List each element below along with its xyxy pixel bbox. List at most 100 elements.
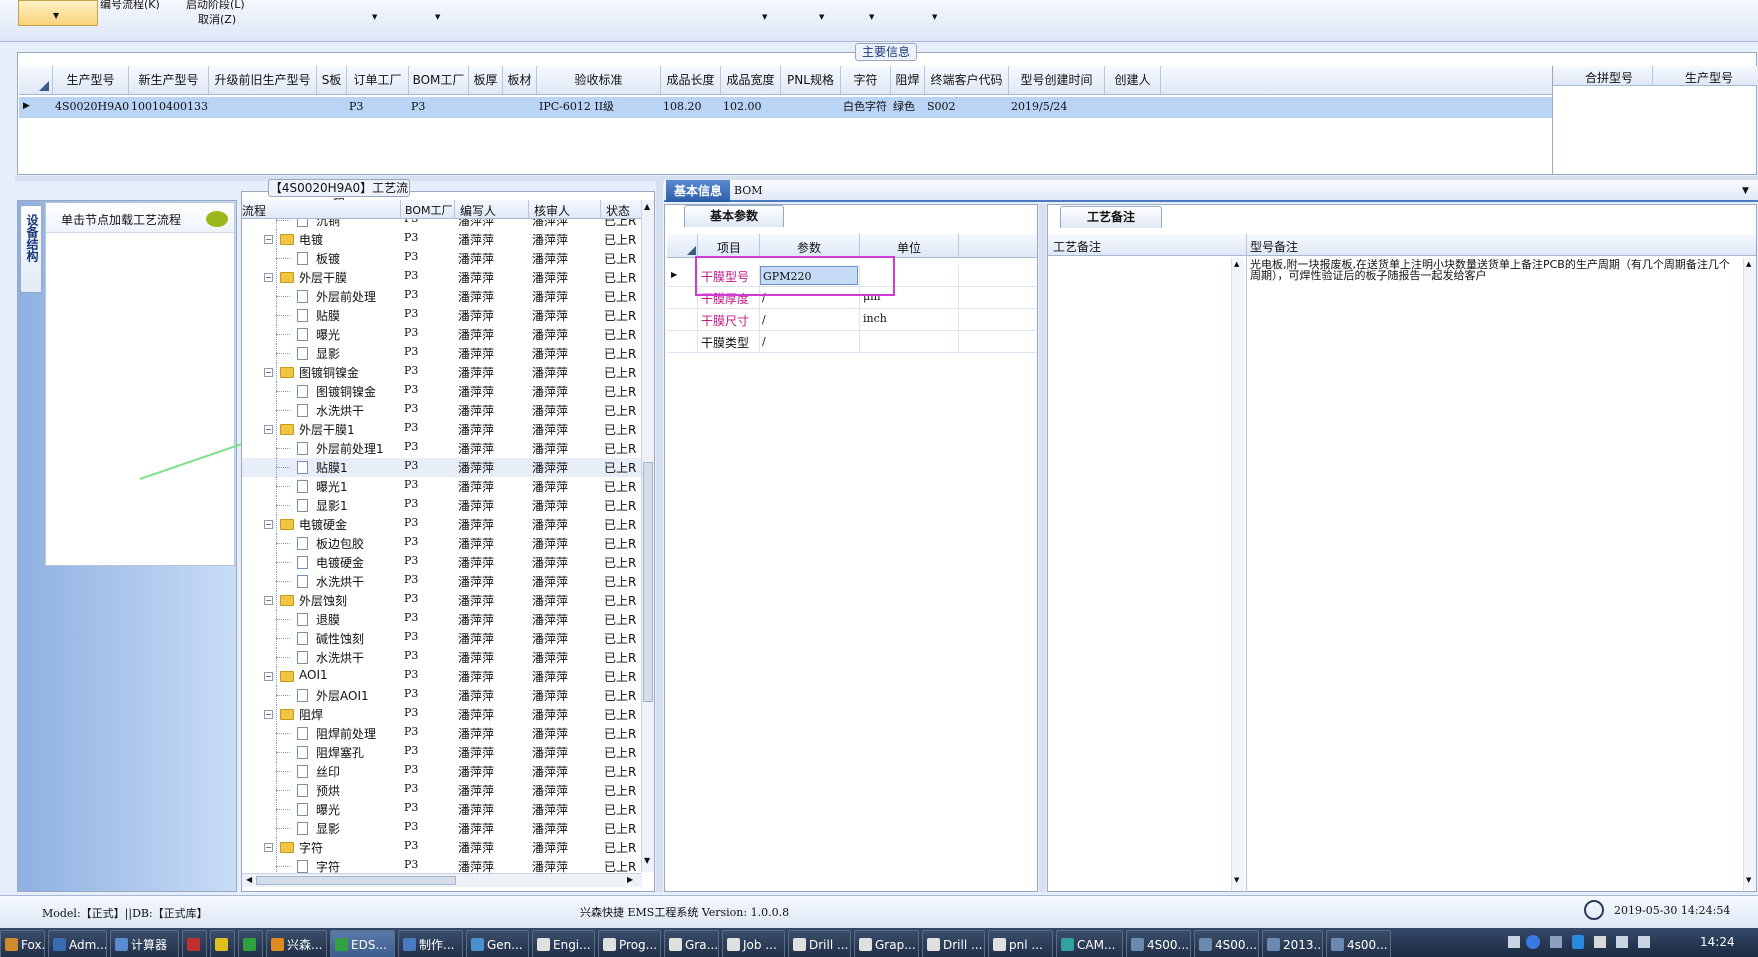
column-header[interactable]: 字符 [841,66,891,94]
param-value[interactable]: / [760,310,858,329]
shield-icon[interactable] [1572,935,1584,949]
tree-leaf-node[interactable]: 字符 P3 潘萍萍 潘萍萍 已上R [242,857,642,873]
tree-leaf-node[interactable]: 曝光 P3 潘萍萍 潘萍萍 已上R [242,800,642,819]
table-cell[interactable]: 绿色 [893,97,925,117]
tree-leaf-node[interactable]: 丝印 P3 潘萍萍 潘萍萍 已上R [242,762,642,781]
network-icon[interactable] [1616,936,1628,948]
scroll-down-icon[interactable]: ▼ [1746,876,1751,884]
scroll-up-icon[interactable]: ▲ [644,202,650,211]
scroll-down-icon[interactable]: ▼ [1234,876,1239,884]
table-row[interactable]: 干膜尺寸 / inch [667,309,1037,331]
tree-leaf-node[interactable]: 图镀铜镍金 P3 潘萍萍 潘萍萍 已上R [242,382,642,401]
column-header[interactable]: 成品宽度 [721,66,781,94]
tree-leaf-node[interactable]: 外层前处理1 P3 潘萍萍 潘萍萍 已上R [242,439,642,458]
notes-scrollbar[interactable]: ▲ ▼ [1743,258,1756,890]
column-header[interactable]: 项目 [717,239,741,256]
tree-leaf-node[interactable]: 退膜 P3 潘萍萍 潘萍萍 已上R [242,610,642,629]
taskbar-item[interactable]: 计算器 [110,930,179,957]
taskbar-item[interactable]: Drill ... [922,930,985,957]
tree-folder-node[interactable]: − 电镀硬金 P3 潘萍萍 潘萍萍 已上R [242,515,642,534]
column-header[interactable]: 订单工厂 [347,66,409,94]
tab-bom[interactable]: BOM [734,180,774,202]
table-cell[interactable]: 102.00 [723,97,781,117]
column-header[interactable]: 核审人 [534,202,570,219]
tree-leaf-node[interactable]: 沉铜 P3 潘萍萍 潘萍萍 已上R [242,219,642,230]
table-cell[interactable]: S002 [927,97,1009,117]
tree-leaf-node[interactable]: 贴膜 P3 潘萍萍 潘萍萍 已上R [242,306,642,325]
collapse-icon[interactable]: − [264,368,273,377]
chevron-down-icon[interactable]: ▼ [869,13,874,21]
panel-splitter[interactable] [656,180,663,892]
taskbar-item[interactable]: Engi... [532,930,595,957]
taskbar-item[interactable]: Prog... [598,930,661,957]
tree-folder-node[interactable]: − AOI1 P3 潘萍萍 潘萍萍 已上R [242,667,642,686]
column-header[interactable]: 编写人 [460,202,496,219]
column-header[interactable]: 工艺备注 [1053,238,1101,255]
column-header[interactable]: 验收标准 [537,66,661,94]
collapse-icon[interactable]: − [264,596,273,605]
collapse-icon[interactable]: − [264,425,273,434]
tree-folder-node[interactable]: − 外层干膜1 P3 潘萍萍 潘萍萍 已上R [242,420,642,439]
tree-leaf-node[interactable]: 曝光1 P3 潘萍萍 潘萍萍 已上R [242,477,642,496]
column-header[interactable]: 生产型号 [53,66,129,94]
tree-folder-node[interactable]: − 字符 P3 潘萍萍 潘萍萍 已上R [242,838,642,857]
taskbar-item[interactable]: 制作... [398,930,463,957]
collapse-icon[interactable]: − [264,520,273,529]
notes-scrollbar[interactable]: ▲ ▼ [1231,258,1244,890]
scroll-up-icon[interactable]: ▲ [1746,260,1751,268]
tab-basic-params[interactable]: 基本参数 [684,205,784,227]
tree-leaf-node[interactable]: 预烘 P3 潘萍萍 潘萍萍 已上R [242,781,642,800]
vertical-scrollbar[interactable]: ▲ ▼ [641,200,654,872]
table-row[interactable]: 干膜类型 / [667,331,1037,353]
chevron-down-icon[interactable]: ▼ [762,13,767,21]
chevron-down-icon[interactable]: ▼ [819,13,824,21]
table-cell[interactable] [783,97,841,117]
scroll-thumb[interactable] [643,462,653,702]
tree-folder-node[interactable]: − 图镀铜镍金 P3 潘萍萍 潘萍萍 已上R [242,363,642,382]
column-header[interactable]: 生产型号 [1685,69,1733,86]
tree-leaf-node[interactable]: 板镀 P3 潘萍萍 潘萍萍 已上R [242,249,642,268]
tree-folder-node[interactable]: − 外层干膜 P3 潘萍萍 潘萍萍 已上R [242,268,642,287]
column-header[interactable]: 参数 [797,239,821,256]
table-cell[interactable]: 白色字符 [843,97,891,117]
horizontal-scrollbar[interactable]: ◀ ▶ [242,873,642,887]
tree-leaf-node[interactable]: 水洗烘干 P3 潘萍萍 潘萍萍 已上R [242,572,642,591]
collapse-icon[interactable]: − [264,235,273,244]
panel-splitter[interactable] [1039,204,1046,892]
tree-leaf-node[interactable]: 显影 P3 潘萍萍 潘萍萍 已上R [242,819,642,838]
table-cell[interactable] [211,97,317,117]
column-header[interactable]: S板 [317,66,347,94]
tree-leaf-node[interactable]: 贴膜1 P3 潘萍萍 潘萍萍 已上R [242,458,642,477]
column-header[interactable]: 流程 [242,202,266,219]
taskbar-item[interactable]: 4s00... [1326,930,1391,957]
tree-folder-node[interactable]: − 电镀 P3 潘萍萍 潘萍萍 已上R [242,230,642,249]
taskbar-item[interactable]: EDS... [330,930,395,957]
table-cell[interactable] [1107,97,1161,117]
column-header[interactable]: 板厚 [469,66,503,94]
taskbar-item[interactable]: Adm... [48,930,107,957]
collapse-icon[interactable]: − [264,843,273,852]
taskbar-item[interactable]: Fox... [0,930,45,957]
tab-process-notes[interactable]: 工艺备注 [1060,206,1162,228]
taskbar-item[interactable] [210,930,235,957]
column-header[interactable]: 合拼型号 [1585,69,1633,86]
table-cell[interactable] [471,97,503,117]
table-cell[interactable] [505,97,537,117]
table-cell[interactable]: P3 [349,97,409,117]
column-header[interactable]: BOM工厂 [405,202,453,218]
collapse-icon[interactable]: − [264,672,273,681]
tree-leaf-node[interactable]: 阻焊塞孔 P3 潘萍萍 潘萍萍 已上R [242,743,642,762]
tree-folder-node[interactable]: − 阻焊 P3 潘萍萍 潘萍萍 已上R [242,705,642,724]
taskbar-item[interactable]: 兴森... [266,930,327,957]
menu-item-cancel[interactable]: 取消(Z) [198,11,236,27]
help-icon[interactable] [1526,935,1540,949]
column-header[interactable]: PNL规格 [781,66,841,94]
tree-leaf-node[interactable]: 碱性蚀刻 P3 潘萍萍 潘萍萍 已上R [242,629,642,648]
column-header[interactable]: 型号备注 [1250,238,1298,255]
table-row[interactable]: ▶ 4S0020H9A010010400133711 P3P3 IPC-6012 I… [19,97,1552,118]
tree-leaf-node[interactable]: 外层AOI1 P3 潘萍萍 潘萍萍 已上R [242,686,642,705]
table-cell[interactable]: IPC-6012 II级 [539,97,661,117]
chevron-down-icon[interactable]: ▼ [435,13,440,21]
column-header[interactable]: 状态 [606,202,630,219]
column-header[interactable]: 终端客户代码 [925,66,1009,94]
